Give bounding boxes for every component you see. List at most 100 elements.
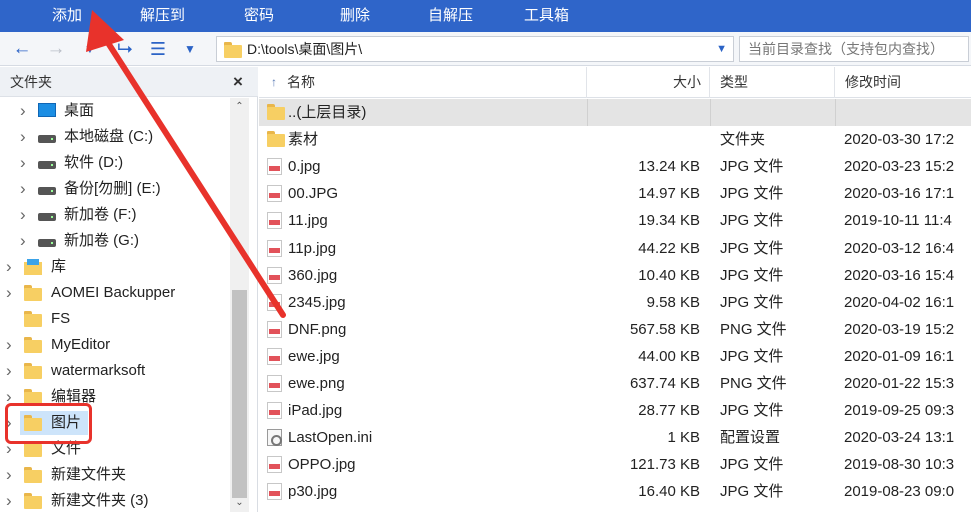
chevron-right-icon[interactable]: › — [6, 280, 18, 306]
file-row[interactable]: 360.jpg 10.40 KB JPG 文件 2020-03-16 15:4 — [259, 262, 971, 289]
tree-item[interactable]: › 库 — [0, 254, 230, 280]
file-size: 28.77 KB — [638, 402, 700, 420]
file-name: 00.JPG — [288, 185, 339, 203]
chevron-right-icon[interactable]: › — [20, 150, 32, 176]
chevron-right-icon[interactable]: › — [20, 124, 32, 150]
file-row[interactable]: p30.jpg 16.40 KB JPG 文件 2019-08-23 09:0 — [259, 478, 971, 505]
chevron-right-icon[interactable]: › — [6, 488, 18, 512]
column-type[interactable]: 类型 — [710, 67, 835, 98]
tree-item[interactable]: › watermarksoft — [0, 358, 230, 384]
self-extract-button[interactable]: 自解压 — [428, 0, 473, 32]
tree-item[interactable]: FS — [0, 306, 230, 332]
parent-directory-row[interactable]: ..(上层目录) — [259, 99, 971, 126]
file-name: ewe.jpg — [288, 347, 340, 365]
file-row[interactable]: iPad.jpg 28.77 KB JPG 文件 2019-09-25 09:3 — [259, 397, 971, 424]
forward-arrow-icon[interactable]: → — [44, 37, 68, 61]
annotation-highlight-box — [5, 403, 92, 444]
up-folder-icon[interactable]: ⮡ — [112, 37, 138, 61]
file-row[interactable]: ewe.png 637.74 KB PNG 文件 2020-01-22 15:3 — [259, 370, 971, 397]
image-file-icon — [267, 320, 282, 338]
tree-item[interactable]: › MyEditor — [0, 332, 230, 358]
toolbox-button[interactable]: 工具箱 — [524, 0, 569, 32]
folder-pane-header: 文件夹 × — [0, 67, 258, 97]
tree-item[interactable]: › 本地磁盘 (C:) — [0, 124, 230, 150]
scrollbar-thumb[interactable] — [232, 290, 247, 498]
file-row[interactable]: 11.jpg 19.34 KB JPG 文件 2019-10-11 11:4 — [259, 207, 971, 234]
history-dropdown-icon[interactable]: ▼ — [80, 37, 100, 61]
chevron-right-icon[interactable]: › — [20, 98, 32, 124]
column-size[interactable]: 大小 — [587, 67, 710, 98]
file-row[interactable]: 11p.jpg 44.22 KB JPG 文件 2020-03-12 16:4 — [259, 235, 971, 262]
scroll-down-icon[interactable]: ⌄ — [230, 494, 249, 512]
system-drive-icon — [38, 135, 56, 143]
file-name: ..(上层目录) — [288, 104, 367, 121]
close-icon[interactable]: × — [233, 67, 243, 97]
image-file-icon — [267, 212, 282, 230]
file-row[interactable]: 2345.jpg 9.58 KB JPG 文件 2020-04-02 16:1 — [259, 289, 971, 316]
file-type: JPG 文件 — [720, 456, 784, 474]
file-name: DNF.png — [288, 320, 347, 338]
chevron-right-icon[interactable]: › — [6, 358, 18, 384]
delete-button[interactable]: 删除 — [340, 0, 370, 32]
chevron-right-icon[interactable]: › — [6, 332, 18, 358]
file-name: 360.jpg — [288, 266, 338, 284]
file-name: iPad.jpg — [288, 402, 343, 420]
tree-item[interactable]: › 备份[勿删] (E:) — [0, 176, 230, 202]
file-modified: 2020-03-16 17:1 — [844, 185, 955, 203]
column-name[interactable]: ↑ 名称 — [259, 67, 587, 98]
address-bar[interactable]: D:\tools\桌面\图片\ ▼ — [216, 36, 734, 62]
file-type: JPG 文件 — [720, 293, 784, 311]
add-button[interactable]: 添加 — [52, 0, 82, 32]
folder-pane-scrollbar[interactable]: ⌃ ⌄ — [230, 98, 249, 512]
image-file-icon — [267, 185, 282, 203]
file-row[interactable]: ewe.jpg 44.00 KB JPG 文件 2020-01-09 16:1 — [259, 343, 971, 370]
chevron-right-icon[interactable]: › — [20, 228, 32, 254]
file-row[interactable]: 00.JPG 14.97 KB JPG 文件 2020-03-16 17:1 — [259, 180, 971, 207]
search-input[interactable]: 当前目录查找（支持包内查找） — [739, 36, 969, 62]
view-list-icon[interactable]: ☰ — [146, 37, 170, 61]
scroll-up-icon[interactable]: ⌃ — [230, 98, 249, 116]
file-row[interactable]: 素材 文件夹 2020-03-30 17:2 — [259, 126, 971, 153]
address-dropdown-icon[interactable]: ▼ — [716, 37, 727, 61]
file-modified: 2020-04-02 16:1 — [844, 293, 955, 311]
file-rows: ..(上层目录) 素材 文件夹 2020-03-30 17:2 0.jpg 13.24 K… — [259, 99, 971, 512]
tree-item[interactable]: › AOMEI Backupper — [0, 280, 230, 306]
file-row[interactable]: LastOpen.ini 1 KB 配置设置 2020-03-24 13:1 — [259, 424, 971, 451]
file-row[interactable]: 0.jpg 13.24 KB JPG 文件 2020-03-23 15:2 — [259, 153, 971, 180]
file-modified: 2020-01-09 16:1 — [844, 347, 955, 365]
file-size: 10.40 KB — [638, 266, 700, 284]
folder-pane: 文件夹 × › 桌面 › 本地磁盘 (C:) › 软件 (D:) › 备份[勿删] (E:) ›… — [0, 67, 258, 512]
tree-item[interactable]: › 新建文件夹 (3) — [0, 488, 230, 512]
file-row[interactable]: OPPO.jpg 121.73 KB JPG 文件 2019-08-30 10:3 — [259, 451, 971, 478]
tree-item-label: 软件 (D:) — [64, 154, 124, 171]
file-size: 14.97 KB — [638, 185, 700, 203]
file-row[interactable]: DNF.png 567.58 KB PNG 文件 2020-03-19 15:2 — [259, 316, 971, 343]
image-file-icon — [267, 456, 282, 474]
tree-item-label: MyEditor — [51, 336, 111, 353]
extract-to-button[interactable]: 解压到 — [140, 0, 185, 32]
top-toolbar: 添加 解压到 密码 删除 自解压 工具箱 — [0, 0, 971, 32]
tree-item[interactable]: › 新加卷 (F:) — [0, 202, 230, 228]
chevron-right-icon[interactable]: › — [20, 202, 32, 228]
password-button[interactable]: 密码 — [244, 0, 274, 32]
tree-item[interactable]: › 软件 (D:) — [0, 150, 230, 176]
sort-up-icon: ↑ — [271, 75, 277, 89]
tree-item-label: watermarksoft — [51, 362, 146, 379]
chevron-right-icon[interactable]: › — [20, 176, 32, 202]
image-file-icon — [267, 266, 282, 284]
tree-item[interactable]: › 新建文件夹 — [0, 462, 230, 488]
tree-item[interactable]: › 桌面 — [0, 98, 230, 124]
address-path[interactable]: D:\tools\桌面\图片\ — [247, 37, 362, 61]
file-name: p30.jpg — [288, 483, 338, 501]
desktop-icon — [38, 103, 56, 117]
chevron-right-icon[interactable]: › — [6, 254, 18, 280]
chevron-right-icon[interactable]: › — [6, 462, 18, 488]
folder-icon — [24, 285, 42, 301]
file-type: JPG 文件 — [720, 266, 784, 284]
folder-icon — [24, 337, 42, 353]
view-dropdown-icon[interactable]: ▼ — [180, 37, 200, 61]
file-type: JPG 文件 — [720, 347, 784, 365]
column-modified[interactable]: 修改时间 — [835, 67, 971, 98]
tree-item[interactable]: › 新加卷 (G:) — [0, 228, 230, 254]
back-arrow-icon[interactable]: ← — [10, 37, 34, 61]
